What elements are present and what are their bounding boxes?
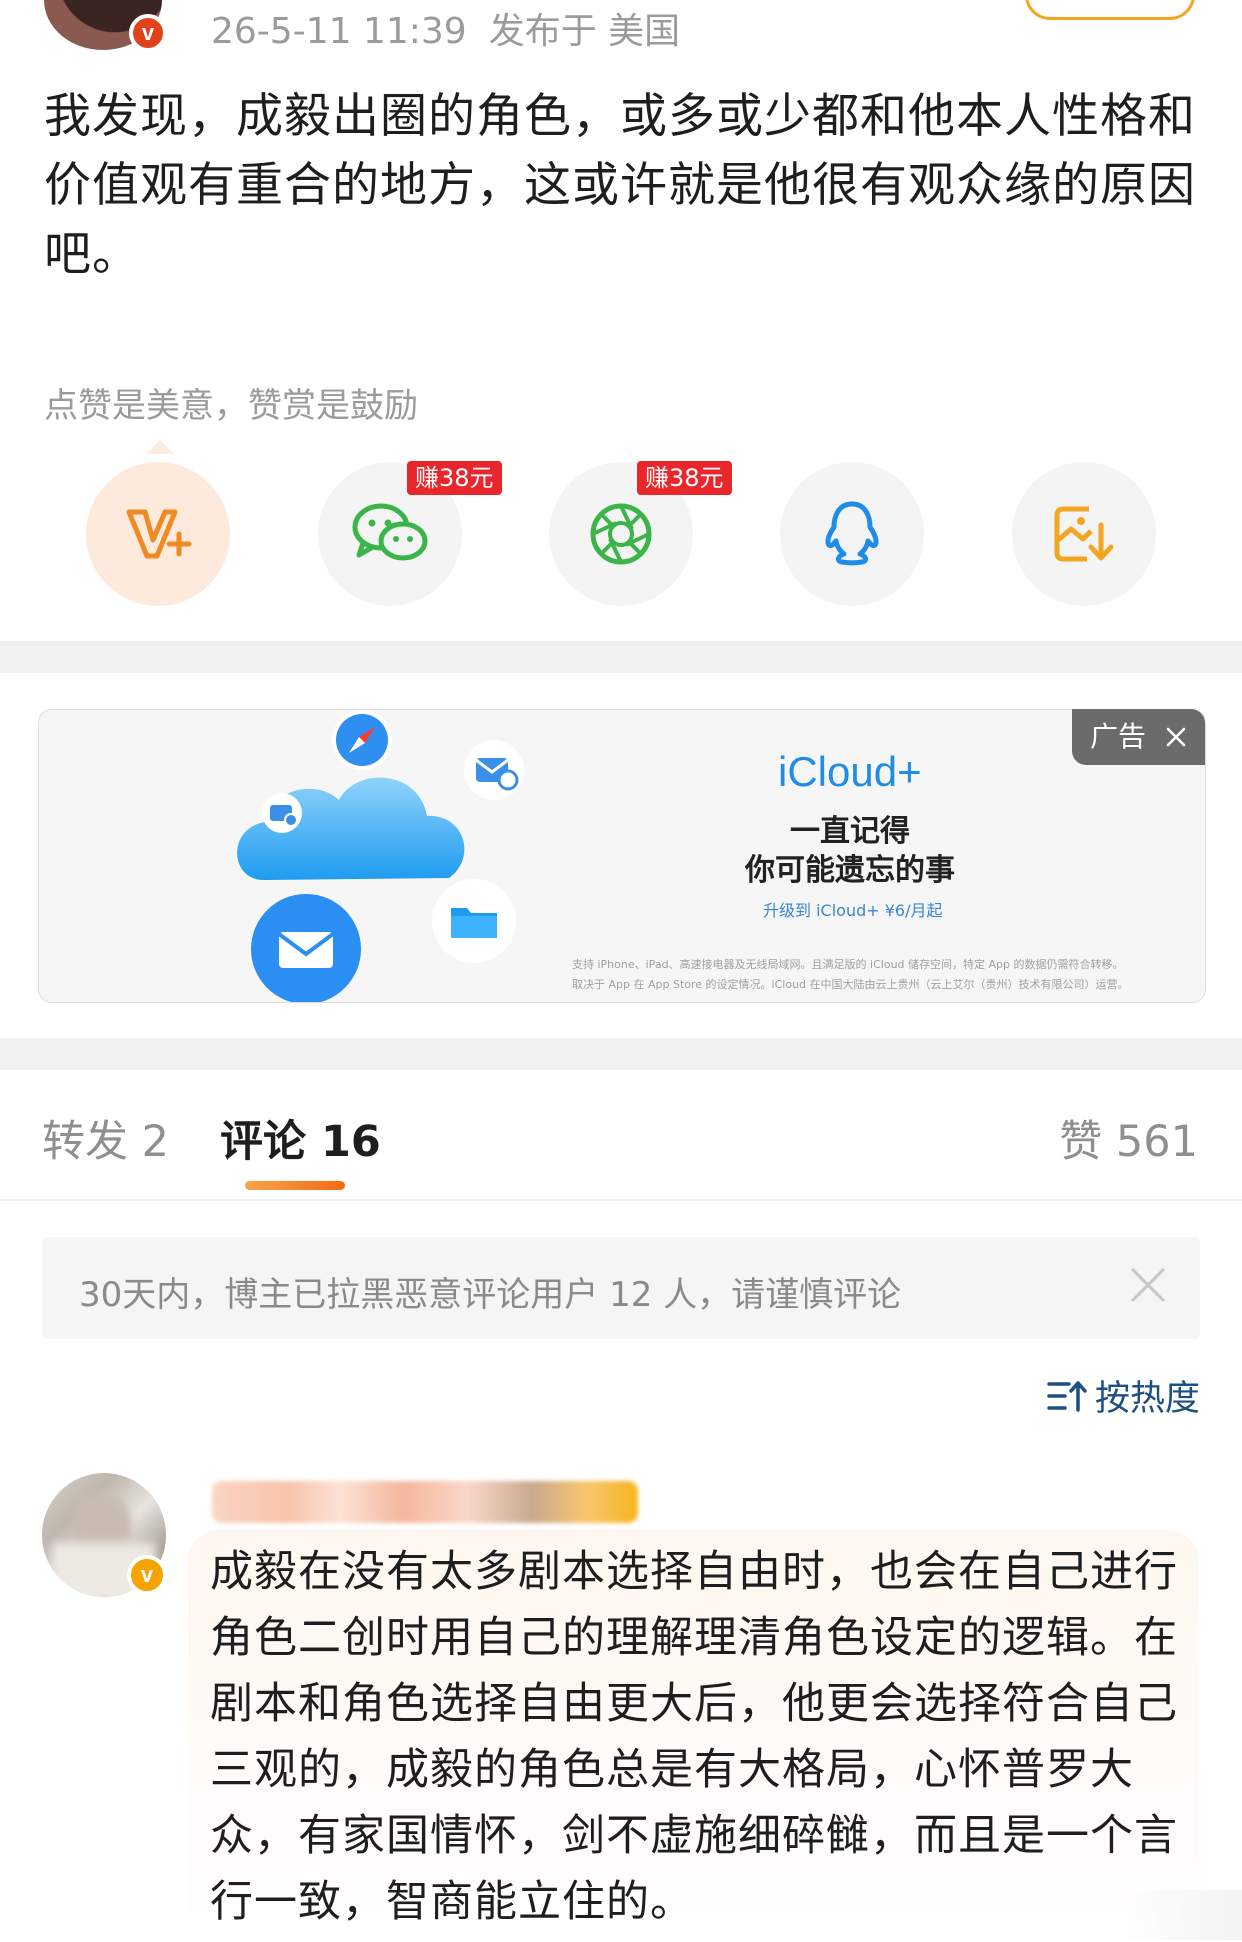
moments-icon: [590, 503, 652, 565]
save-image-icon: [1054, 506, 1114, 562]
reward-button[interactable]: [86, 462, 230, 606]
sort-label: 按热度: [1094, 1379, 1200, 1419]
wechat-icon: [352, 503, 428, 561]
post-timestamp: 26-5-11 11:39: [211, 11, 467, 52]
notice-text: 30天内，博主已拉黑恶意评论用户 12 人，请谨慎评论: [79, 1275, 902, 1315]
comment-text: 成毅在没有太多剧本选择自由时，也会在自己进行角色二创时用自己的理解理清角色设定的…: [210, 1547, 1178, 1927]
post-location: 发布于 美国: [488, 11, 681, 52]
files-icon: [432, 879, 516, 963]
hide-mail-icon: [262, 793, 302, 833]
active-tab-indicator: [245, 1181, 345, 1190]
safari-icon: [332, 710, 392, 770]
close-icon: [1166, 727, 1186, 747]
save-image-button[interactable]: [1012, 462, 1156, 606]
ad-fine-print: 支持 iPhone、iPad、高速接电器及无线局域网。且满足版的 iCloud …: [572, 955, 1172, 995]
hint-caret: [146, 440, 174, 454]
section-divider: [0, 641, 1242, 673]
mail-shield-icon: [464, 740, 524, 800]
notice-close-icon[interactable]: [1125, 1262, 1171, 1308]
section-divider: [0, 1038, 1242, 1070]
reward-hint: 点赞是美意，赞赏是鼓励: [44, 386, 418, 426]
commenter-name-blurred[interactable]: [212, 1481, 638, 1523]
ad-close-button[interactable]: 广告: [1072, 709, 1205, 765]
reward-v-plus-icon: [126, 509, 192, 559]
ad-label: 广告: [1090, 720, 1147, 753]
ad-promo: 升级到 iCloud+ ¥6/月起: [763, 901, 943, 920]
tab-likes[interactable]: 赞 561: [1059, 1107, 1198, 1169]
share-qq-button[interactable]: [780, 462, 924, 606]
sort-button[interactable]: 按热度: [1047, 1370, 1200, 1421]
ad-headline-1: 一直记得: [790, 814, 910, 849]
sort-icon: [1047, 1380, 1087, 1412]
follow-button[interactable]: [1025, 0, 1195, 20]
scroll-fade: [1120, 1890, 1242, 1940]
tabs-divider: [0, 1199, 1242, 1201]
post-body: 我发现，成毅出圈的角色，或多或少都和他本人性格和价值观有重合的地方，这或许就是他…: [44, 89, 1196, 282]
post-meta: 26-5-11 11:39 发布于 美国: [211, 2, 680, 54]
tab-comments[interactable]: 评论 16: [220, 1107, 381, 1169]
ad-fine-print-2: 取决于 App 在 App Store 的设定情况。iCloud 在中国大陆由云…: [572, 978, 1129, 991]
ad-brand: iCloud+: [778, 748, 922, 795]
ad-headline-2: 你可能遗忘的事: [745, 853, 955, 888]
earn-tag-moments: 赚38元: [637, 461, 732, 495]
qq-icon: [825, 501, 879, 566]
mail-icon: [251, 894, 361, 1002]
ad-fine-print-1: 支持 iPhone、iPad、高速接电器及无线局域网。且满足版的 iCloud …: [572, 958, 1124, 971]
verified-badge-icon: v: [129, 14, 167, 52]
commenter-vip-badge-icon: v: [127, 1555, 167, 1595]
tab-reposts[interactable]: 转发 2: [42, 1107, 169, 1169]
earn-tag-wechat: 赚38元: [407, 461, 502, 495]
